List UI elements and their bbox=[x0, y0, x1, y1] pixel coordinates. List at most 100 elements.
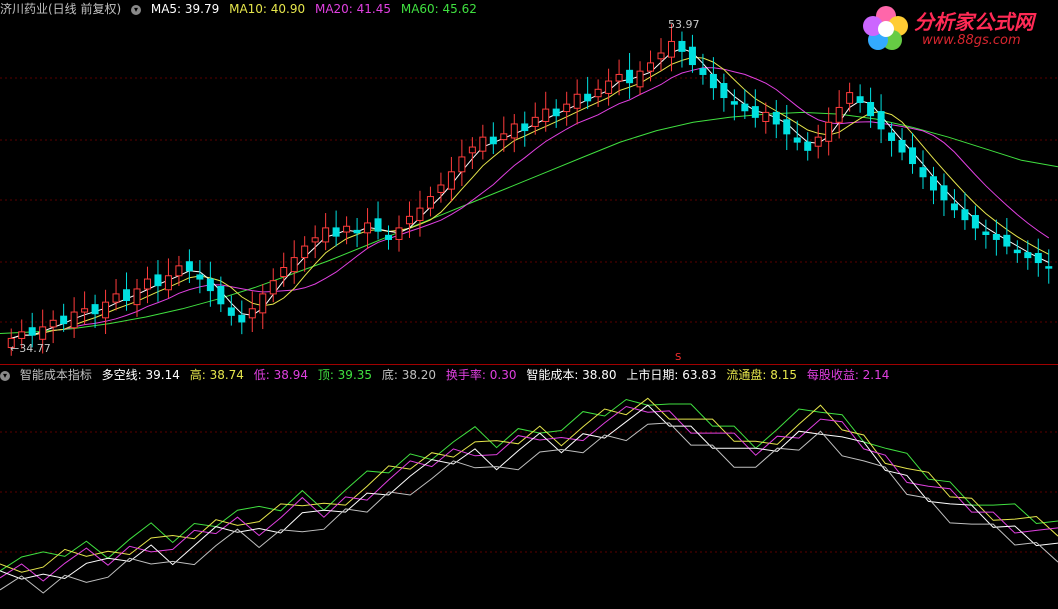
candle-body bbox=[227, 307, 235, 316]
candle-body bbox=[1024, 252, 1032, 259]
sub-panel-marker: S bbox=[675, 352, 682, 363]
candle-body bbox=[133, 288, 141, 306]
candle-body bbox=[290, 257, 298, 273]
candle-body bbox=[667, 40, 675, 58]
candle-body bbox=[206, 278, 214, 292]
candle-body bbox=[1013, 249, 1021, 254]
candle-body bbox=[615, 73, 623, 82]
smart-cost-label: 智能成本: 38.80 bbox=[526, 368, 617, 382]
float-shares-label: 流通盘: 8.15 bbox=[726, 368, 797, 382]
candle-body bbox=[405, 215, 413, 225]
candle-body bbox=[91, 304, 99, 315]
candle-body bbox=[468, 146, 476, 154]
candle-body bbox=[825, 121, 833, 142]
candle-body bbox=[961, 209, 969, 221]
candle-body bbox=[835, 106, 843, 123]
candle-body bbox=[1034, 252, 1042, 264]
candle-body bbox=[678, 40, 686, 52]
ma5-series-line bbox=[11, 48, 1050, 339]
low-price-label: ←34.77 bbox=[10, 342, 51, 355]
candle-body bbox=[28, 327, 36, 336]
candle-body bbox=[793, 137, 801, 143]
candle-body bbox=[552, 108, 560, 117]
candle-body bbox=[49, 319, 57, 328]
listing-date-label: 上市日期: 63.83 bbox=[626, 368, 717, 382]
gao-label: 高: 38.74 bbox=[189, 368, 244, 382]
candle-body bbox=[741, 103, 749, 112]
candle-body bbox=[1045, 266, 1053, 269]
di-line bbox=[0, 405, 1058, 582]
candle-body bbox=[688, 46, 696, 66]
candle-body bbox=[437, 184, 445, 193]
high-price-label: 53.97 bbox=[668, 18, 700, 31]
candle-body bbox=[353, 229, 361, 234]
candle-body bbox=[426, 196, 434, 209]
di2-label: 底: 38.20 bbox=[381, 368, 437, 382]
candle-body bbox=[626, 69, 634, 84]
eps-label: 每股收益: 2.14 bbox=[806, 368, 890, 382]
candle-body bbox=[238, 314, 246, 323]
candle-body bbox=[102, 301, 110, 319]
candle-body bbox=[929, 176, 937, 191]
candle-body bbox=[573, 93, 581, 109]
indicator-name[interactable]: 智能成本指标 bbox=[20, 368, 92, 382]
ma20-line bbox=[11, 67, 1050, 339]
candle-body bbox=[154, 274, 162, 287]
candle-body bbox=[269, 280, 277, 295]
ma20-series-line bbox=[11, 67, 1050, 339]
candle-body bbox=[867, 102, 875, 117]
ma10-series-line bbox=[11, 56, 1050, 339]
candle-body bbox=[70, 311, 78, 329]
candle-body bbox=[185, 261, 193, 272]
candle-body bbox=[563, 103, 571, 113]
candle-body bbox=[919, 167, 927, 178]
chart-canvas bbox=[0, 24, 1058, 594]
candle-body bbox=[479, 136, 487, 152]
candle-body bbox=[542, 108, 550, 122]
chevron-down-icon[interactable]: ▾ bbox=[0, 370, 10, 381]
di-label: 低: 38.94 bbox=[253, 368, 308, 382]
candle-body bbox=[322, 227, 330, 243]
candle-body bbox=[856, 96, 864, 103]
candle-body bbox=[500, 133, 508, 141]
candle-body bbox=[164, 275, 172, 291]
candle-body bbox=[447, 171, 455, 190]
indicator-header: ▾ 智能成本指标 多空线: 39.14 高: 38.74 低: 38.94 顶:… bbox=[0, 366, 895, 384]
panel-divider bbox=[0, 364, 1058, 365]
candle-body bbox=[343, 225, 351, 233]
candle-body bbox=[877, 111, 885, 130]
candle-body bbox=[301, 245, 309, 259]
candle-body bbox=[175, 265, 183, 277]
candle-body bbox=[280, 267, 288, 278]
candle-body bbox=[940, 185, 948, 201]
candle-body bbox=[898, 139, 906, 153]
smart-cost-lines bbox=[0, 397, 1058, 594]
candle-body bbox=[762, 111, 770, 122]
di2-line bbox=[0, 422, 1058, 594]
candle-body bbox=[489, 136, 497, 145]
candle-body bbox=[259, 293, 267, 314]
candle-body bbox=[364, 222, 372, 234]
ding-label: 顶: 39.35 bbox=[317, 368, 373, 382]
candle-body bbox=[709, 73, 717, 89]
candle-body bbox=[888, 132, 896, 141]
candle-body bbox=[123, 289, 131, 301]
candle-body bbox=[982, 231, 990, 235]
candle-body bbox=[772, 111, 780, 125]
ma5-line bbox=[11, 48, 1050, 339]
candlestick-series bbox=[7, 24, 1053, 356]
candle-body bbox=[1003, 234, 1011, 247]
candle-body bbox=[657, 52, 665, 60]
candle-body bbox=[909, 147, 917, 165]
candle-body bbox=[636, 70, 644, 88]
candle-body bbox=[804, 141, 812, 151]
candle-body bbox=[311, 237, 319, 243]
candle-body bbox=[395, 227, 403, 240]
candle-body bbox=[751, 106, 759, 118]
candle-body bbox=[814, 136, 822, 147]
candle-body bbox=[584, 93, 592, 102]
candle-body bbox=[647, 62, 655, 72]
candle-body bbox=[950, 203, 958, 211]
candle-body bbox=[992, 234, 1000, 240]
candle-body bbox=[217, 285, 225, 305]
